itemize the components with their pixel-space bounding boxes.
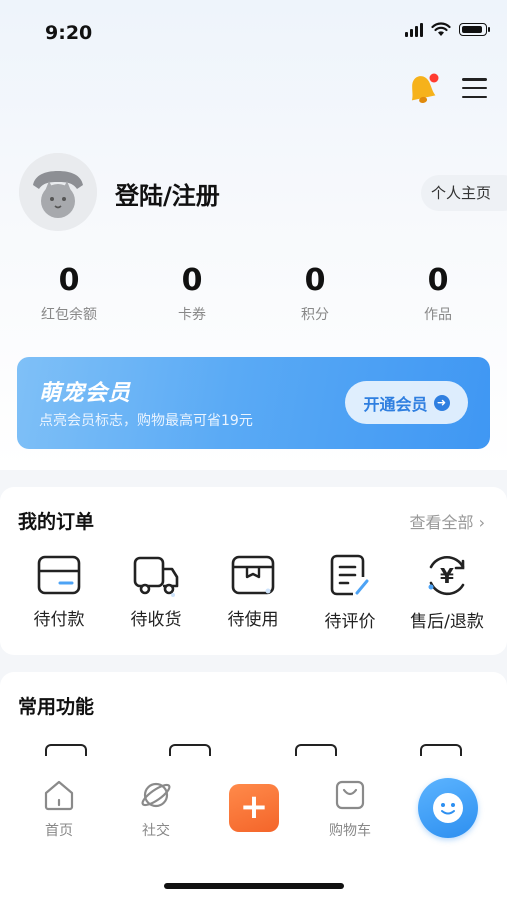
menu-icon[interactable] [462,78,487,98]
yen-refund-icon: ¥ [428,555,465,596]
stat-value: 0 [304,263,326,298]
stat-value: 0 [181,263,203,298]
create-post-button[interactable]: + [229,784,279,832]
shopping-bag-icon [335,780,365,810]
notification-dot [429,73,439,83]
tab-social[interactable]: 社交 [121,778,191,840]
order-pending-receipt[interactable]: 待收货 [111,553,201,630]
stat-label: 作品 [424,307,452,323]
order-label: 待收货 [130,610,182,630]
order-label: 待评价 [324,612,376,632]
my-orders-card: 我的订单 查看全部 › 待付款 待收货 待使用 待评价 ¥ 售后/退款 [0,487,507,655]
vip-membership-card[interactable]: 萌宠会员 点亮会员标志，购物最高可省19元 开通会员 ➜ [17,357,490,449]
order-label: 售后/退款 [410,612,484,632]
stat-points[interactable]: 0 积分 [260,262,370,324]
vip-title: 萌宠会员 [39,381,132,406]
open-membership-label: 开通会员 [363,394,428,414]
orders-title: 我的订单 [18,511,95,533]
battery-icon [459,23,490,36]
order-pending-payment[interactable]: 待付款 [14,553,104,630]
view-all-orders-link[interactable]: 查看全部 › [410,509,486,533]
avatar[interactable] [19,153,97,231]
wifi-icon [431,22,451,36]
wallet-icon [37,555,81,595]
tab-label: 购物车 [329,823,371,839]
stat-label: 红包余额 [41,307,97,323]
functions-title: 常用功能 [18,696,95,718]
assistant-button[interactable] [418,778,478,838]
vip-subtitle: 点亮会员标志，购物最高可省19元 [39,413,253,429]
stat-red-packet[interactable]: 0 红包余额 [14,262,124,324]
order-after-sales[interactable]: ¥ 售后/退款 [402,553,492,632]
status-icons [405,22,490,37]
smile-face-icon [433,793,463,823]
personal-homepage-button[interactable]: 个人主页 [421,175,507,211]
package-box-icon [231,555,275,595]
stat-coupons[interactable]: 0 卡券 [137,262,247,324]
stat-label: 卡券 [178,307,206,323]
order-to-use[interactable]: 待使用 [208,553,298,630]
order-label: 待使用 [227,610,279,630]
status-bar: 9:20 [0,0,507,60]
open-membership-button[interactable]: 开通会员 ➜ [345,381,468,424]
tab-cart[interactable]: 购物车 [315,778,385,840]
home-indicator[interactable] [164,883,344,889]
arrow-right-icon: ➜ [433,394,450,411]
login-register-link[interactable]: 登陆/注册 [115,176,220,211]
svg-text:¥: ¥ [440,564,454,588]
planet-icon [141,782,171,808]
stat-label: 积分 [301,307,329,323]
bottom-tab-bar: 首页 社交 + 购物车 [0,756,507,900]
tab-home[interactable]: 首页 [24,778,94,840]
tab-label: 首页 [45,823,73,839]
review-document-icon [330,554,369,596]
delivery-truck-icon [133,556,179,597]
cellular-signal-icon [405,22,423,37]
order-to-review[interactable]: 待评价 [305,553,395,632]
tab-label: 社交 [142,823,170,839]
stat-value: 0 [427,263,449,298]
status-time: 9:20 [45,22,93,44]
account-stats: 0 红包余额 0 卡券 0 积分 0 作品 [0,262,507,332]
pet-avatar-icon [19,153,97,231]
stat-works[interactable]: 0 作品 [383,262,493,324]
stat-value: 0 [58,263,80,298]
plus-icon: + [239,787,269,827]
notification-button[interactable] [402,70,440,108]
home-icon [44,780,74,811]
bell-icon [411,73,439,104]
order-label: 待付款 [33,610,85,630]
